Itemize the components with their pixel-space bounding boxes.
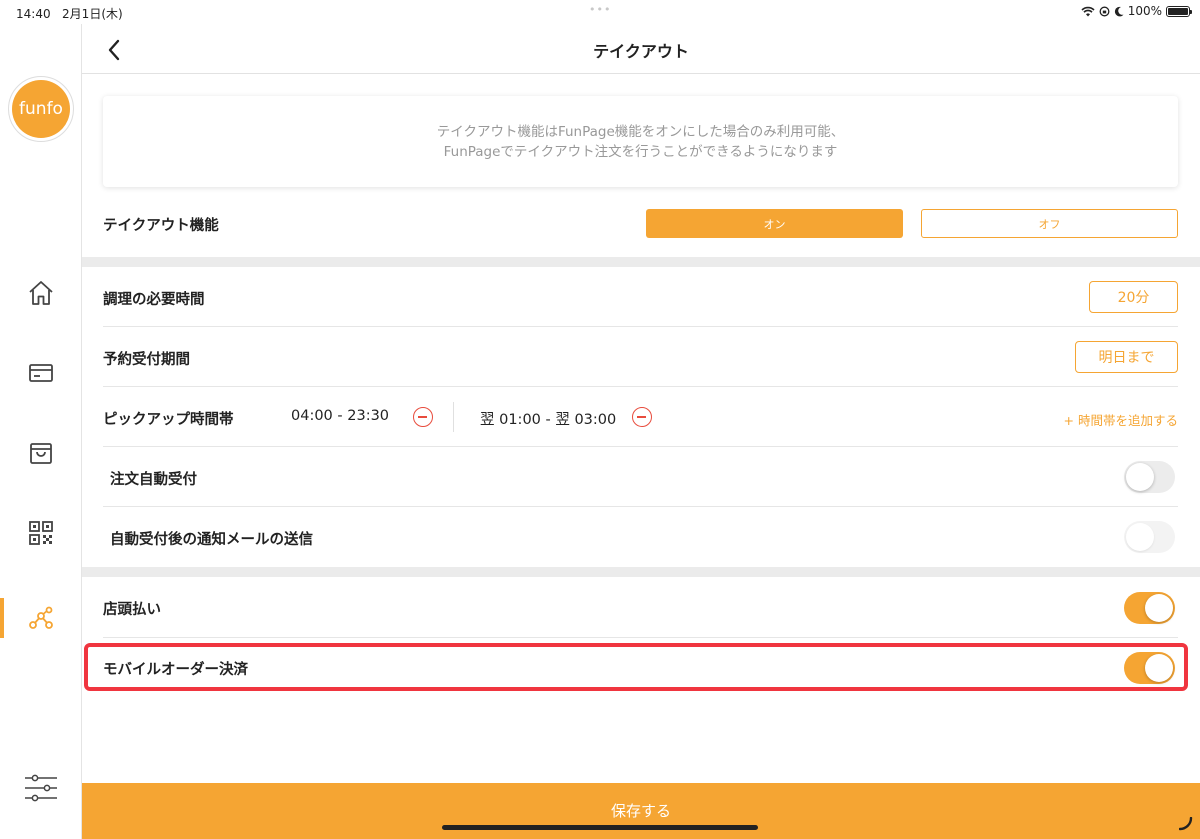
notify-email-label: 自動受付後の通知メールの送信	[110, 532, 313, 548]
notice-line-2: FunPageでテイクアウト注文を行うことができるようになります	[443, 143, 838, 160]
bag-icon	[30, 443, 52, 464]
remove-slot-1-icon[interactable]	[413, 407, 433, 427]
notice-line-1: テイクアウト機能はFunPage機能をオンにした場合のみ利用可能、	[436, 123, 845, 140]
sidebar-item-settings[interactable]	[0, 766, 82, 810]
share-network-icon	[29, 606, 53, 629]
section-divider	[82, 257, 1200, 267]
takeout-on-button[interactable]: オン	[646, 209, 903, 238]
home-indicator[interactable]	[442, 825, 758, 830]
row-divider	[103, 386, 1178, 387]
status-bar: 14:40 2月1日(木) ••• 100%	[0, 0, 1200, 24]
page-title: テイクアウト	[593, 42, 689, 61]
cook-time-button[interactable]: 20分	[1089, 281, 1178, 313]
wifi-icon	[1081, 6, 1095, 16]
sidebar-item-home[interactable]	[0, 271, 82, 315]
pay-at-store-toggle[interactable]	[1124, 592, 1175, 624]
multitasking-dots[interactable]: •••	[589, 3, 611, 16]
sliders-icon	[25, 774, 57, 802]
battery-percent: 100%	[1127, 4, 1162, 18]
home-icon	[29, 281, 53, 305]
brand-logo[interactable]: funfo	[8, 76, 74, 142]
resize-corner-icon[interactable]	[1179, 817, 1193, 831]
battery-icon	[1166, 5, 1192, 17]
pickup-slot-2[interactable]: 翌 01:00 - 翌 03:00	[480, 408, 616, 429]
takeout-feature-label: テイクアウト機能	[103, 218, 219, 234]
save-button[interactable]: 保存する	[82, 783, 1200, 839]
auto-accept-label: 注文自動受付	[110, 472, 197, 488]
pickup-time-label: ピックアップ時間帯	[103, 412, 234, 428]
sidebar-item-qr[interactable]	[0, 511, 82, 555]
row-divider	[103, 446, 1178, 447]
takeout-off-button[interactable]: オフ	[921, 209, 1178, 238]
row-divider	[103, 637, 1178, 638]
logo-text: funfo	[19, 99, 63, 119]
highlight-box	[84, 643, 1188, 691]
row-divider	[103, 506, 1178, 507]
remove-slot-2-icon[interactable]	[632, 407, 652, 427]
pay-at-store-label: 店頭払い	[103, 602, 161, 618]
add-time-slot-link[interactable]: + 時間帯を追加する	[1064, 410, 1178, 429]
card-icon	[29, 364, 53, 382]
moon-icon	[1114, 6, 1124, 16]
lock-rotation-icon	[1099, 6, 1110, 16]
status-time: 14:40 2月1日(木)	[16, 7, 123, 21]
header: テイクアウト	[82, 24, 1200, 74]
notice-card: テイクアウト機能はFunPage機能をオンにした場合のみ利用可能、 FunPag…	[103, 96, 1178, 187]
auto-accept-toggle[interactable]	[1124, 461, 1175, 493]
row-divider	[103, 326, 1178, 327]
sidebar-item-payment[interactable]	[0, 351, 82, 395]
reservation-period-label: 予約受付期間	[103, 352, 190, 368]
sidebar-item-shop[interactable]	[0, 431, 82, 475]
reservation-period-button[interactable]: 明日まで	[1075, 341, 1178, 373]
status-icons: 100%	[1081, 4, 1192, 18]
section-divider	[82, 567, 1200, 577]
pickup-slot-1[interactable]: 04:00 - 23:30	[291, 408, 389, 424]
cook-time-label: 調理の必要時間	[103, 292, 205, 308]
qr-code-icon	[29, 521, 53, 545]
notify-email-toggle[interactable]	[1124, 521, 1175, 553]
sidebar: funfo	[0, 24, 82, 839]
slot-separator	[453, 402, 454, 432]
sidebar-item-share[interactable]	[0, 596, 82, 640]
save-button-label: 保存する	[610, 801, 671, 820]
